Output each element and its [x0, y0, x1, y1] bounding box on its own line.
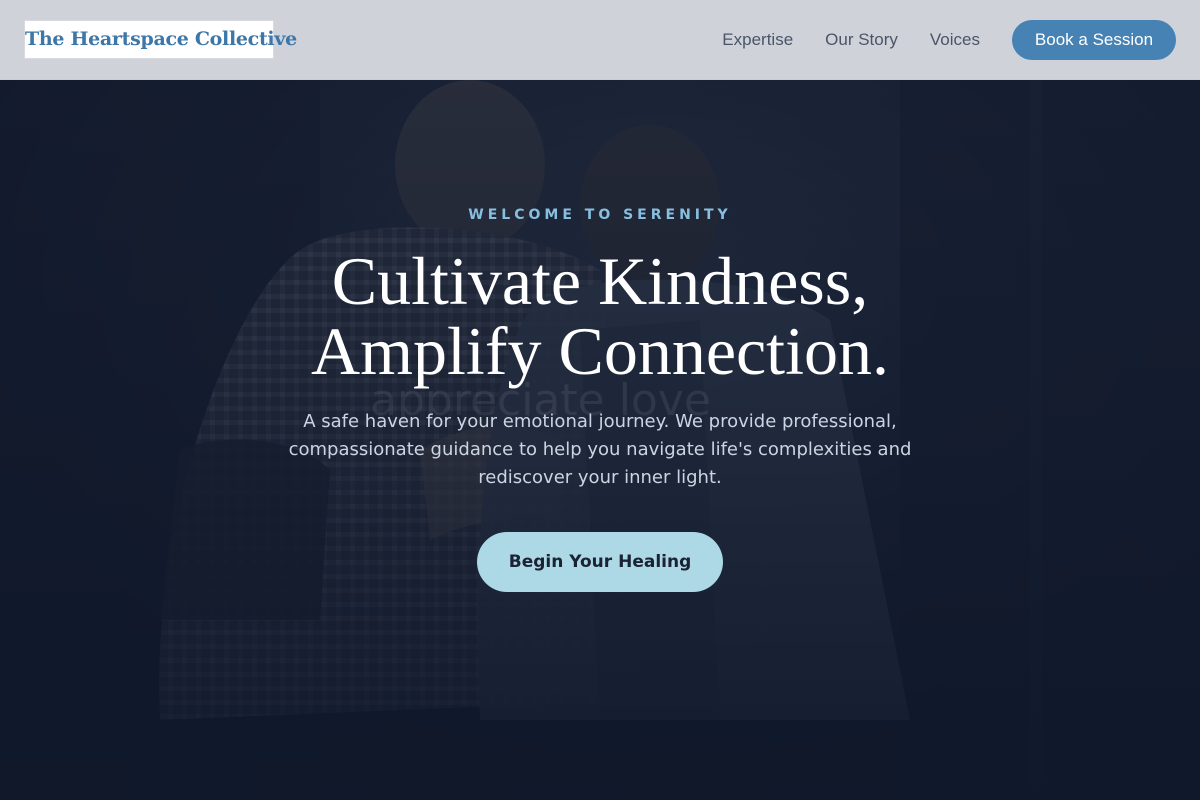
- hero-subtext: A safe haven for your emotional journey.…: [288, 411, 912, 488]
- hero-eyebrow: WELCOME TO SERENITY: [468, 207, 732, 223]
- hero-headline: Cultivate Kindness, Amplify Connection.: [200, 246, 1000, 386]
- nav-link-expertise[interactable]: Expertise: [722, 30, 793, 50]
- hero-headline-line-1: Cultivate Kindness,: [331, 243, 869, 319]
- begin-healing-button[interactable]: Begin Your Healing: [477, 532, 723, 592]
- nav-link-voices[interactable]: Voices: [930, 30, 980, 50]
- nav-link-our-story[interactable]: Our Story: [825, 30, 898, 50]
- top-navbar: The Heartspace Collective Expertise Our …: [0, 0, 1200, 80]
- landing-page: appreciate love The Heartspace Collectiv…: [0, 0, 1200, 800]
- book-session-button[interactable]: Book a Session: [1012, 20, 1176, 60]
- hero-headline-line-2: Amplify Connection.: [311, 313, 889, 389]
- hero-content: WELCOME TO SERENITY Cultivate Kindness, …: [200, 200, 1000, 592]
- brand-logo[interactable]: The Heartspace Collective: [24, 20, 297, 59]
- nav-links: Expertise Our Story Voices: [722, 0, 980, 80]
